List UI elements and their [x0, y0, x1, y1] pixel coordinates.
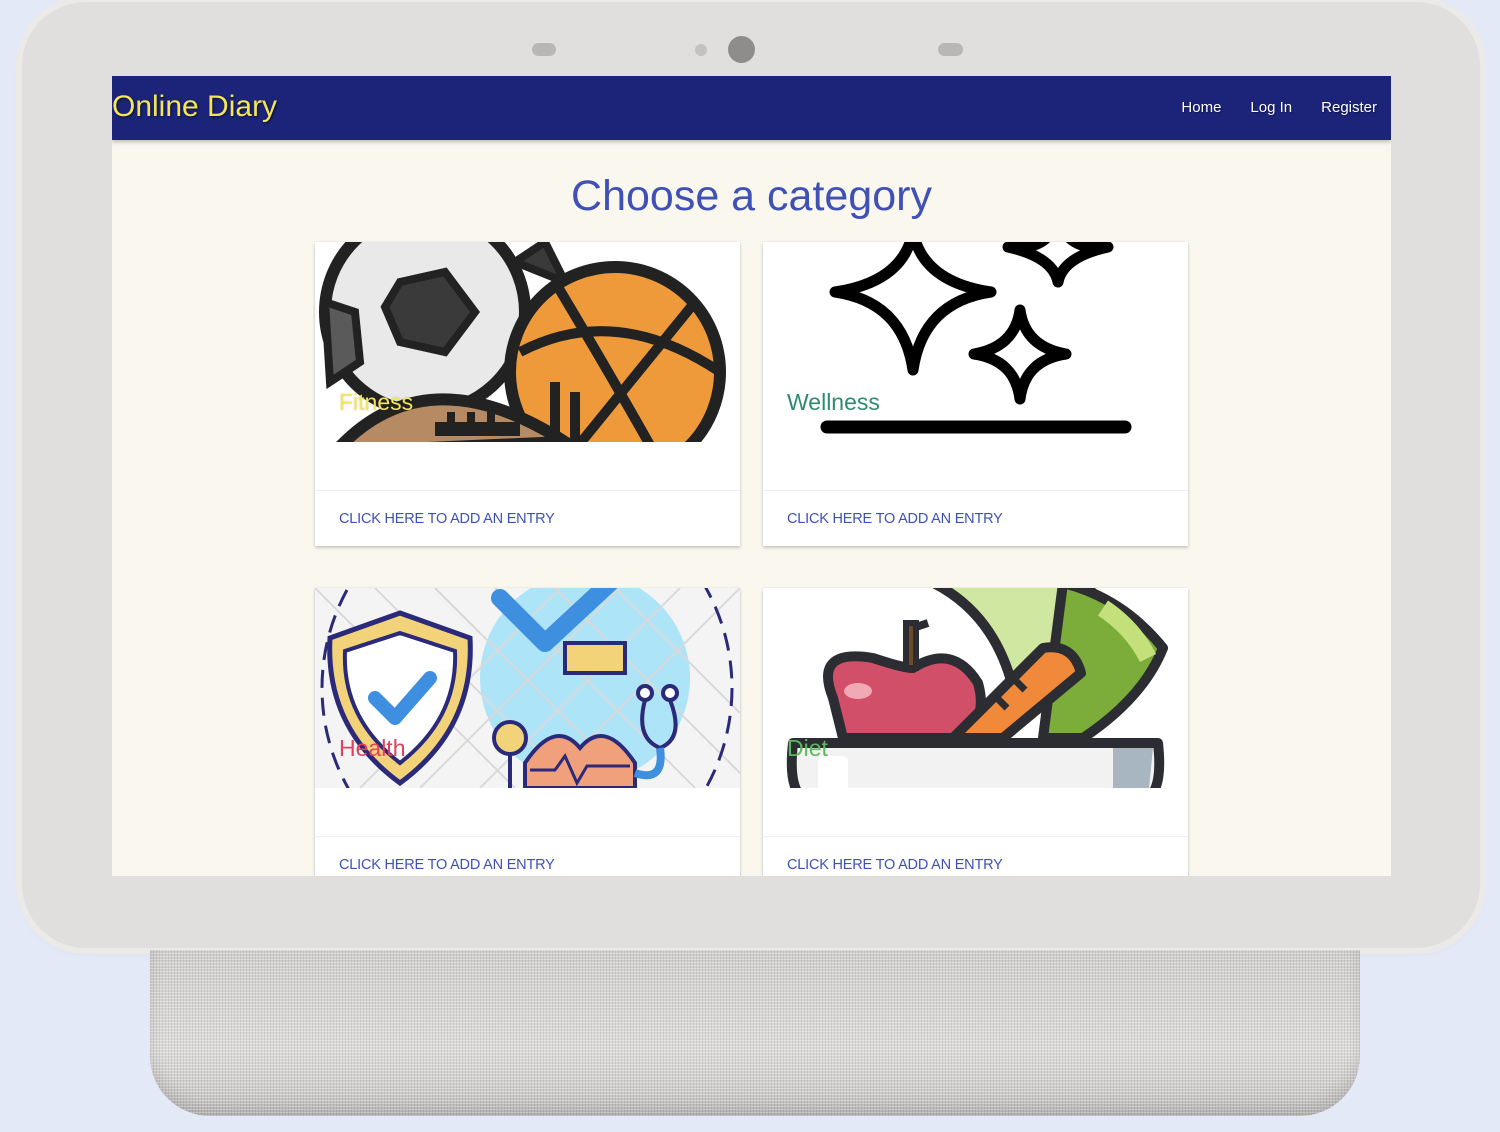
add-entry-link-health[interactable]: CLICK HERE TO ADD AN ENTRY: [339, 857, 555, 873]
card-title-health: Health: [339, 735, 406, 761]
card-divider: [315, 490, 740, 491]
screen: Online Diary Home Log In Register Choose…: [112, 76, 1391, 876]
add-entry-link-fitness[interactable]: CLICK HERE TO ADD AN ENTRY: [339, 511, 555, 527]
camera-icon: [728, 36, 755, 63]
category-card-diet[interactable]: Diet CLICK HERE TO ADD AN ENTRY: [763, 588, 1188, 876]
card-divider: [315, 836, 740, 837]
nav-links: Home Log In Register: [1181, 99, 1377, 116]
sensor-right-icon: [938, 43, 963, 56]
add-entry-link-wellness[interactable]: CLICK HERE TO ADD AN ENTRY: [787, 511, 1003, 527]
nav-register-link[interactable]: Register: [1321, 99, 1377, 116]
card-title-diet: Diet: [787, 735, 828, 761]
card-divider: [763, 490, 1188, 491]
card-divider: [763, 836, 1188, 837]
brand-logo[interactable]: Online Diary: [112, 90, 277, 124]
speaker-stand: [150, 950, 1360, 1116]
category-card-wellness[interactable]: Wellness CLICK HERE TO ADD AN ENTRY: [763, 242, 1188, 546]
sensor-left-icon: [532, 43, 556, 56]
navbar: Online Diary Home Log In Register: [112, 76, 1391, 140]
category-card-health[interactable]: Health CLICK HERE TO ADD AN ENTRY: [315, 588, 740, 876]
nav-login-link[interactable]: Log In: [1250, 99, 1292, 116]
card-title-wellness: Wellness: [787, 389, 880, 415]
page-title: Choose a category: [571, 172, 932, 220]
card-title-fitness: Fitness: [339, 389, 414, 415]
category-card-fitness[interactable]: Fitness CLICK HERE TO ADD AN ENTRY: [315, 242, 740, 546]
nav-home-link[interactable]: Home: [1181, 99, 1221, 116]
sensor-dot-icon: [695, 44, 707, 56]
add-entry-link-diet[interactable]: CLICK HERE TO ADD AN ENTRY: [787, 857, 1003, 873]
